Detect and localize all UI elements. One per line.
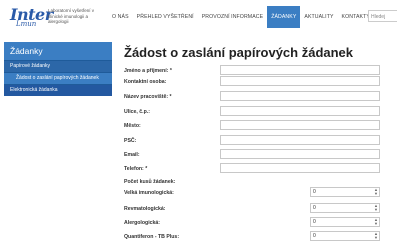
site-header: Inter Lmun Laboratorní vyšetření v klini… [0, 0, 397, 34]
phone-field[interactable] [220, 163, 380, 173]
count-label: Revmatologická: [124, 206, 166, 212]
quantity-stepper[interactable]: 0 ▲ ▼ [310, 187, 380, 197]
page-title: Žádost o zaslání papírových žádanek [124, 45, 354, 60]
count-label: Alergologická: [124, 220, 161, 226]
nav-item-o-nas[interactable]: O NÁS [108, 6, 133, 28]
zip-field[interactable] [220, 135, 380, 145]
city-field[interactable] [220, 120, 380, 130]
quantity-stepper[interactable]: 0 ▲ ▼ [310, 203, 380, 213]
nav-item-aktuality[interactable]: AKTUALITY [300, 6, 337, 28]
logo-sub: Lmun [16, 20, 37, 28]
nav-item-prehled-vysetreni[interactable]: PŘEHLED VYŠETŘENÍ [133, 6, 198, 28]
name-field[interactable] [220, 65, 380, 75]
search-input[interactable]: Hledej [368, 10, 397, 22]
main-nav: O NÁS PŘEHLED VYŠETŘENÍ PROVOZNÍ INFORMA… [108, 6, 374, 28]
sidebar-item-papirove-zadanky[interactable]: Papírové žádanky [4, 60, 112, 72]
quantity-stepper[interactable]: 0 ▲ ▼ [310, 217, 380, 227]
field-label: Kontaktní osoba: [124, 79, 167, 85]
spinner-arrows-icon[interactable]: ▲ ▼ [374, 218, 378, 226]
field-label: Ulice, č.p.: [124, 109, 150, 115]
quantity-value: 0 [313, 233, 316, 239]
sidebar-item-elektronicka-zadanka[interactable]: Elektronická žádanka [4, 84, 112, 96]
nav-item-zadanky[interactable]: ŽÁDANKY [267, 6, 301, 28]
contact-person-field[interactable] [220, 76, 380, 86]
quantity-value: 0 [313, 219, 316, 225]
site-logo[interactable]: Inter Lmun [4, 2, 53, 30]
field-label: Město: [124, 123, 141, 129]
quantity-stepper[interactable]: 0 ▲ ▼ [310, 231, 380, 241]
quantity-value: 0 [313, 189, 316, 195]
sidebar: Žádanky Papírové žádanky Žádost o zaslán… [4, 42, 112, 96]
quantity-value: 0 [313, 205, 316, 211]
field-label: PSČ: [124, 138, 137, 144]
site-tagline: Laboratorní vyšetření v klinické imunolo… [48, 8, 95, 24]
spinner-arrows-icon[interactable]: ▲ ▼ [374, 232, 378, 240]
field-label: Telefon: * [124, 166, 148, 172]
field-label: Email: [124, 152, 140, 158]
field-label: Název pracoviště: * [124, 94, 172, 100]
spinner-arrows-icon[interactable]: ▲ ▼ [374, 188, 378, 196]
sidebar-title: Žádanky [4, 42, 112, 60]
email-field[interactable] [220, 149, 380, 159]
count-label: Velká imunologická: [124, 190, 174, 196]
sidebar-item-zadost-o-zaslani[interactable]: Žádost o zaslání papírových žádanek [4, 72, 112, 84]
workplace-field[interactable] [220, 91, 380, 101]
street-field[interactable] [220, 106, 380, 116]
count-label: Quantiferon - TB Plus: [124, 234, 180, 240]
nav-item-provozni-informace[interactable]: PROVOZNÍ INFORMACE [198, 6, 267, 28]
spinner-arrows-icon[interactable]: ▲ ▼ [374, 204, 378, 212]
